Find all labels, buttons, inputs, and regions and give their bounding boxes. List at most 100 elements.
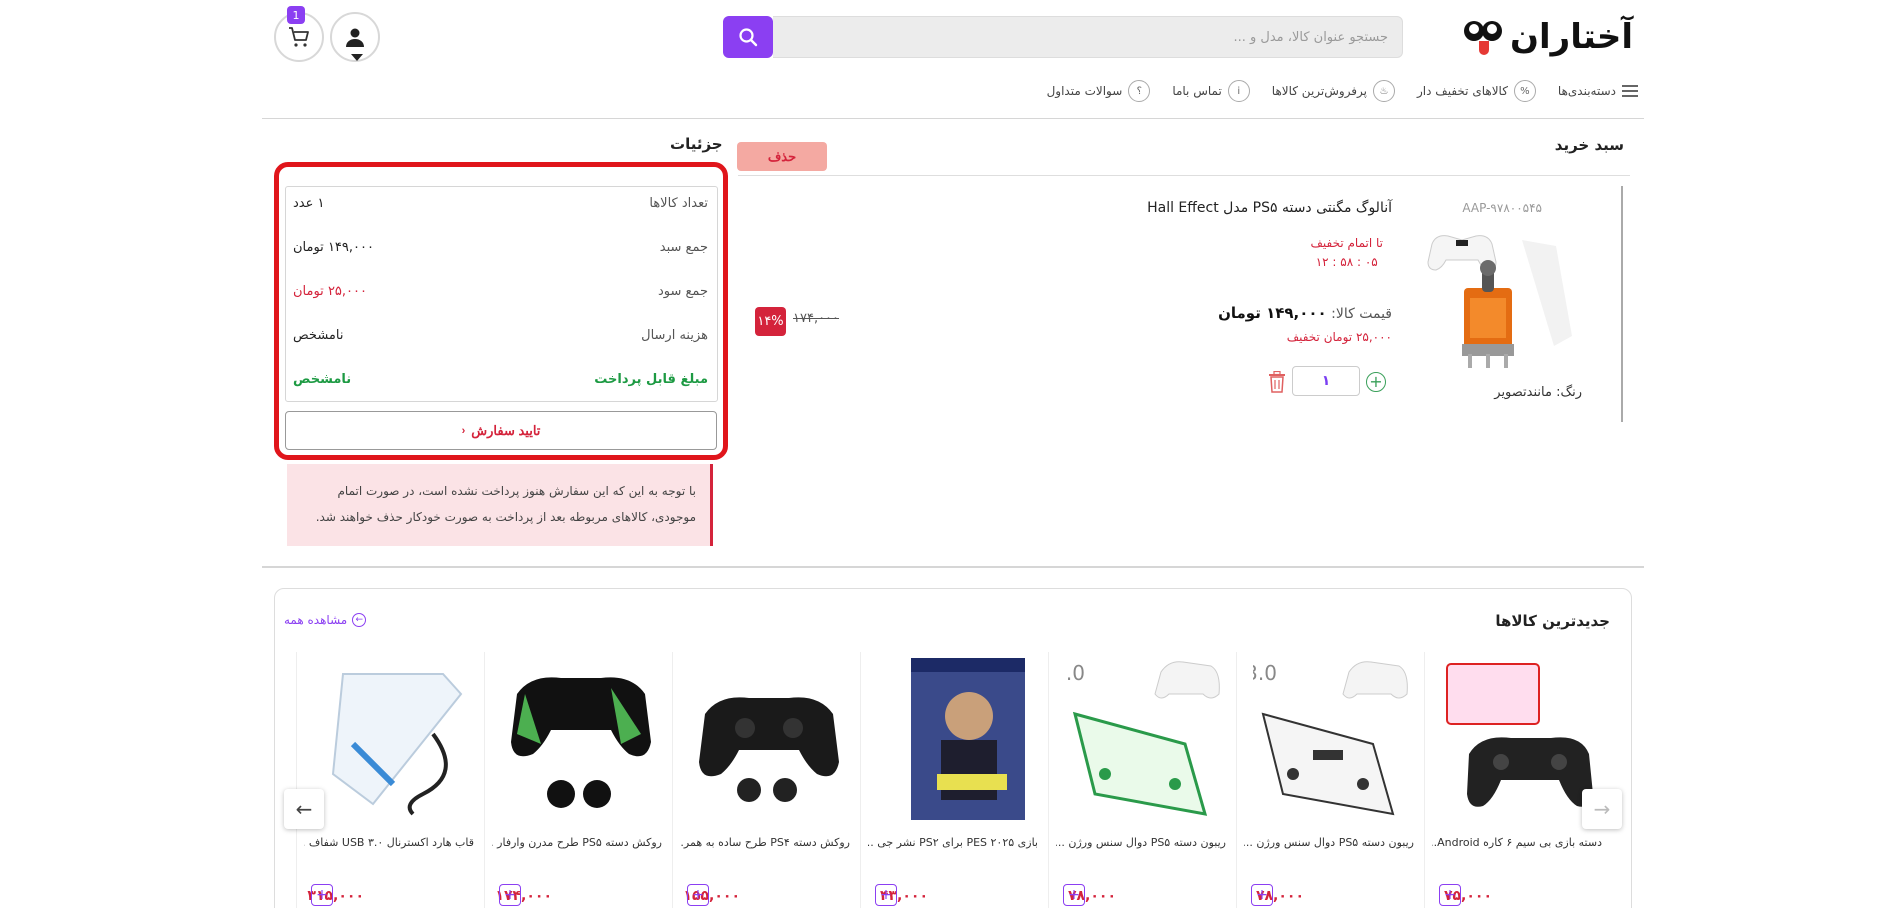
- summary-value: ۱ عدد: [293, 196, 325, 211]
- see-all-label: مشاهده همه: [284, 613, 348, 627]
- chevron-left-icon: ‹: [461, 424, 466, 437]
- product-card[interactable]: V 2.0 ریبون دسته PS۵ دوال سنس ورژن ... ۷…: [1048, 652, 1236, 908]
- price-value: ۱۴۹,۰۰۰ تومان: [1218, 304, 1327, 322]
- product-image: V 3.0: [1253, 661, 1408, 816]
- product-card[interactable]: قاب هارد اکسترنال USB ۳.۰ شفاف ... ۳۱۵,۰…: [296, 652, 484, 908]
- cart-title: سبد خرید: [1554, 136, 1624, 154]
- nav-label: دسته‌بندی‌ها: [1557, 84, 1616, 98]
- quantity-value[interactable]: ۱: [1292, 366, 1360, 396]
- nav-item-discounted[interactable]: % کالاهای تخفیف دار: [1417, 80, 1536, 102]
- search-input[interactable]: [773, 16, 1403, 58]
- summary-row-profit: جمع سود ۲۵,۰۰۰ تومان: [293, 284, 708, 299]
- summary-value: نامشخص: [293, 328, 344, 343]
- search-button[interactable]: [723, 16, 773, 58]
- cart-scrollbar[interactable]: [1621, 186, 1623, 422]
- arrow-right-icon: →: [1593, 797, 1611, 821]
- user-icon: [346, 28, 364, 47]
- section-divider: [262, 566, 1644, 568]
- trash-icon[interactable]: [1268, 371, 1286, 393]
- product-title: قاب هارد اکسترنال USB ۳.۰ شفاف ...: [304, 836, 474, 849]
- product-title: روکش دسته PS۵ طرح مدرن وارفار ...: [492, 836, 662, 849]
- main-nav: دسته‌بندی‌ها % کالاهای تخفیف دار ♨ پرفرو…: [1047, 80, 1638, 102]
- version-badge: V 3.0: [1253, 661, 1277, 685]
- cart-count-badge: 1: [287, 6, 305, 24]
- product-image[interactable]: [1426, 226, 1574, 376]
- see-all-link[interactable]: ← مشاهده همه: [284, 613, 367, 627]
- info-icon: i: [1227, 80, 1250, 102]
- product-name[interactable]: آنالوگ مگنتی دسته PS۵ مدل Hall Effect: [1147, 200, 1392, 216]
- nav-item-contact[interactable]: i تماس باما: [1172, 80, 1250, 102]
- product-card[interactable]: بازی PES ۲۰۲۵ برای PS۲ نشر جی ... ۴۳,۰۰۰…: [860, 652, 1048, 908]
- site-logo[interactable]: آختاران: [1464, 14, 1634, 60]
- notice-line: موجودی، کالاهای مربوطه بعد از پرداخت به …: [315, 510, 696, 524]
- summary-value: ۲۵,۰۰۰ تومان: [293, 284, 367, 299]
- arrow-left-icon: ←: [352, 613, 367, 627]
- confirm-label: تایید سفارش: [471, 422, 541, 438]
- product-discount-amount: ۲۵,۰۰۰ تومان تخفیف: [1286, 330, 1392, 344]
- product-image: [699, 697, 839, 802]
- product-card[interactable]: V 3.0 ریبون دسته PS۵ دوال سنس ورژن ... ۷…: [1236, 652, 1424, 908]
- timer-label: تا اتمام تخفیف: [1310, 236, 1383, 250]
- percent-icon: %: [1513, 80, 1536, 102]
- search-bar: [723, 16, 1403, 58]
- summary-label: مبلغ قابل پرداخت: [594, 372, 708, 387]
- product-card[interactable]: دسته بازی بی سیم ۶ کاره Android... ۷۵,۰۰…: [1424, 652, 1612, 908]
- search-icon: [739, 28, 758, 47]
- nav-item-bestsellers[interactable]: ♨ پرفروش‌ترین کالاها: [1271, 80, 1396, 102]
- product-card[interactable]: روکش دسته PS۵ طرح مدرن وارفار ... ۱۷۴,۰۰…: [484, 652, 672, 908]
- question-icon: ؟: [1128, 80, 1151, 102]
- confirm-order-button[interactable]: تایید سفارش ‹: [285, 411, 717, 450]
- nav-label: کالاهای تخفیف دار: [1417, 84, 1508, 98]
- summary-label: هزینه ارسال: [641, 328, 708, 343]
- product-title: روکش دسته PS۴ طرح ساده به همر...: [680, 836, 850, 849]
- summary-row-total: جمع سبد ۱۴۹,۰۰۰ تومان: [293, 240, 708, 255]
- add-to-cart-icon[interactable]: +: [875, 884, 897, 906]
- nav-item-categories[interactable]: دسته‌بندی‌ها: [1558, 84, 1638, 98]
- nav-item-faq[interactable]: ؟ سوالات متداول: [1047, 80, 1151, 102]
- product-price: قیمت کالا: ۱۴۹,۰۰۰ تومان: [1218, 304, 1392, 322]
- add-to-cart-icon[interactable]: +: [1063, 884, 1085, 906]
- product-sku: AAP-۹۷۸۰۰۵۴۵: [1462, 201, 1542, 215]
- quantity-increase-button[interactable]: +: [1366, 372, 1386, 392]
- cart-divider: [738, 175, 1630, 176]
- nav-label: تماس باما: [1172, 84, 1222, 98]
- add-to-cart-icon[interactable]: +: [311, 884, 333, 906]
- carousel-next-button[interactable]: →: [1582, 789, 1622, 829]
- notice-line: با توجه به این که این سفارش هنوز پرداخت …: [337, 484, 696, 498]
- timer-value: ۰۵ : ۵۸ : ۱۲: [1315, 255, 1378, 269]
- product-title: بازی PES ۲۰۲۵ برای PS۲ نشر جی ...: [868, 836, 1038, 849]
- discount-percent-badge: ۱۴%: [755, 307, 786, 336]
- product-card[interactable]: روکش دسته PS۴ طرح ساده به همر... ۱۵۵,۰۰۰…: [672, 652, 860, 908]
- add-to-cart-icon[interactable]: +: [1439, 884, 1461, 906]
- product-title: ریبون دسته PS۵ دوال سنس ورژن ...: [1244, 836, 1414, 849]
- chevron-down-icon[interactable]: [351, 54, 363, 61]
- logo-text: آختاران: [1510, 17, 1634, 57]
- product-image: [1446, 663, 1593, 807]
- summary-label: جمع سبد: [659, 240, 708, 255]
- price-label: قیمت کالا:: [1331, 306, 1392, 322]
- product-color: رنگ: مانندتصویر: [1494, 385, 1582, 400]
- fire-icon: ♨: [1373, 80, 1396, 102]
- add-to-cart-icon[interactable]: +: [1251, 884, 1273, 906]
- discount-timer: تا اتمام تخفیف ۰۵ : ۵۸ : ۱۲: [1310, 234, 1383, 272]
- summary-label: جمع سود: [657, 284, 708, 299]
- nav-label: پرفروش‌ترین کالاها: [1271, 84, 1368, 98]
- nav-label: سوالات متداول: [1046, 84, 1123, 98]
- summary-value: ۱۴۹,۰۰۰ تومان: [293, 240, 374, 255]
- add-to-cart-icon[interactable]: +: [499, 884, 521, 906]
- delete-cart-button[interactable]: حذف: [737, 142, 827, 171]
- add-to-cart-icon[interactable]: +: [687, 884, 709, 906]
- product-image: V 2.0: [1065, 661, 1220, 816]
- product-title: ریبون دسته PS۵ دوال سنس ورژن ...: [1056, 836, 1226, 849]
- details-title: جزئیات: [670, 135, 723, 153]
- cart-icon: [289, 27, 309, 47]
- product-image: [911, 658, 1025, 820]
- summary-label: تعداد کالاها: [649, 196, 708, 211]
- carousel-prev-button[interactable]: ←: [284, 789, 324, 829]
- unpaid-order-notice: با توجه به این که این سفارش هنوز پرداخت …: [287, 464, 713, 546]
- product-image: [511, 677, 651, 808]
- logo-face-icon: [1464, 17, 1504, 57]
- old-price: ۱۷۴,۰۰۰: [793, 311, 840, 326]
- product-image: [331, 673, 463, 816]
- summary-row-shipping: هزینه ارسال نامشخص: [293, 328, 708, 343]
